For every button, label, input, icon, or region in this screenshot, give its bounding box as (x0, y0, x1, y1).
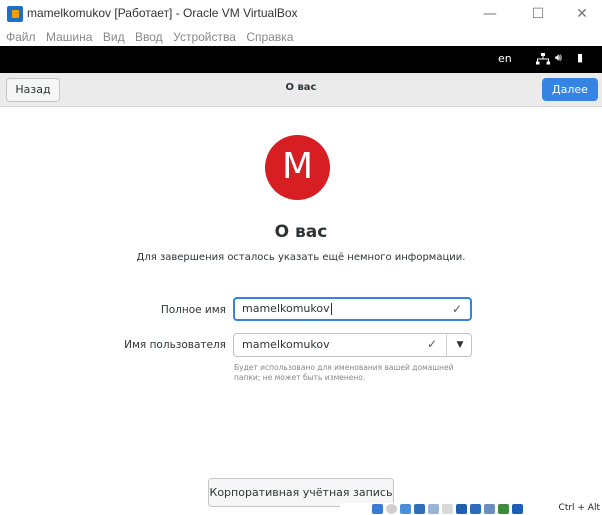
setup-header: Назад О вас Далее (0, 73, 602, 107)
vbox-status-bar: Ctrl + Alt (340, 503, 602, 515)
menu-machine[interactable]: Машина (46, 30, 92, 44)
checkmark-icon: ✓ (426, 337, 437, 351)
optical-drive-icon[interactable] (386, 504, 397, 514)
display-icon[interactable] (456, 504, 467, 514)
username-combo[interactable]: mamelkomukov ✓ ▼ (233, 333, 472, 357)
page-subtitle: Для завершения осталось указать ещё немн… (136, 252, 466, 263)
window-titlebar: mamelkomukov [Работает] - Oracle VM Virt… (0, 0, 602, 28)
cpu-icon[interactable] (484, 504, 495, 514)
combo-divider (446, 334, 447, 356)
full-name-label: Полное имя (160, 304, 226, 316)
volume-icon[interactable]: 🔊︎ (555, 51, 562, 65)
chevron-down-icon[interactable]: ▼ (450, 337, 470, 353)
full-name-value-wrap: mamelkomukov (242, 302, 332, 315)
username-label: Имя пользователя (124, 339, 226, 351)
gnome-top-bar: en 🔊︎ ▮ (0, 46, 602, 73)
header-title: О вас (285, 82, 317, 93)
full-name-field[interactable]: mamelkomukov ✓ (233, 297, 472, 321)
recording-icon[interactable] (470, 504, 481, 514)
window-title: mamelkomukov [Работает] - Oracle VM Virt… (27, 6, 298, 20)
usb-icon[interactable] (428, 504, 439, 514)
menu-view[interactable]: Вид (103, 30, 125, 44)
hard-disk-icon[interactable] (372, 504, 383, 514)
minimize-button[interactable]: — (470, 3, 510, 25)
host-key-label: Ctrl + Alt (558, 503, 600, 513)
network-icon[interactable] (536, 53, 550, 65)
full-name-value: mamelkomukov (242, 302, 330, 315)
username-hint: Будет использовано для именования вашей … (234, 363, 454, 382)
menu-input[interactable]: Ввод (135, 30, 163, 44)
avatar[interactable]: M (265, 135, 330, 200)
menu-help[interactable]: Справка (246, 30, 293, 44)
keyboard-capture-icon[interactable] (512, 504, 523, 514)
page-title: О вас (274, 222, 328, 242)
menu-bar: Файл Машина Вид Ввод Устройства Справка (0, 28, 602, 46)
shared-folders-icon[interactable] (442, 504, 453, 514)
menu-devices[interactable]: Устройства (173, 30, 236, 44)
virtualbox-app-icon (7, 6, 23, 22)
username-value: mamelkomukov (242, 338, 330, 351)
next-button[interactable]: Далее (542, 78, 598, 101)
menu-file[interactable]: Файл (6, 30, 36, 44)
battery-icon[interactable]: ▮ (577, 51, 583, 64)
maximize-button[interactable]: ☐ (518, 3, 558, 25)
audio-icon[interactable] (400, 504, 411, 514)
network-adapter-icon[interactable] (414, 504, 425, 514)
text-cursor (330, 303, 332, 315)
mouse-integration-icon[interactable] (498, 504, 509, 514)
close-button[interactable]: ✕ (562, 3, 602, 25)
keyboard-layout-indicator[interactable]: en (498, 52, 512, 65)
checkmark-icon: ✓ (451, 302, 462, 316)
